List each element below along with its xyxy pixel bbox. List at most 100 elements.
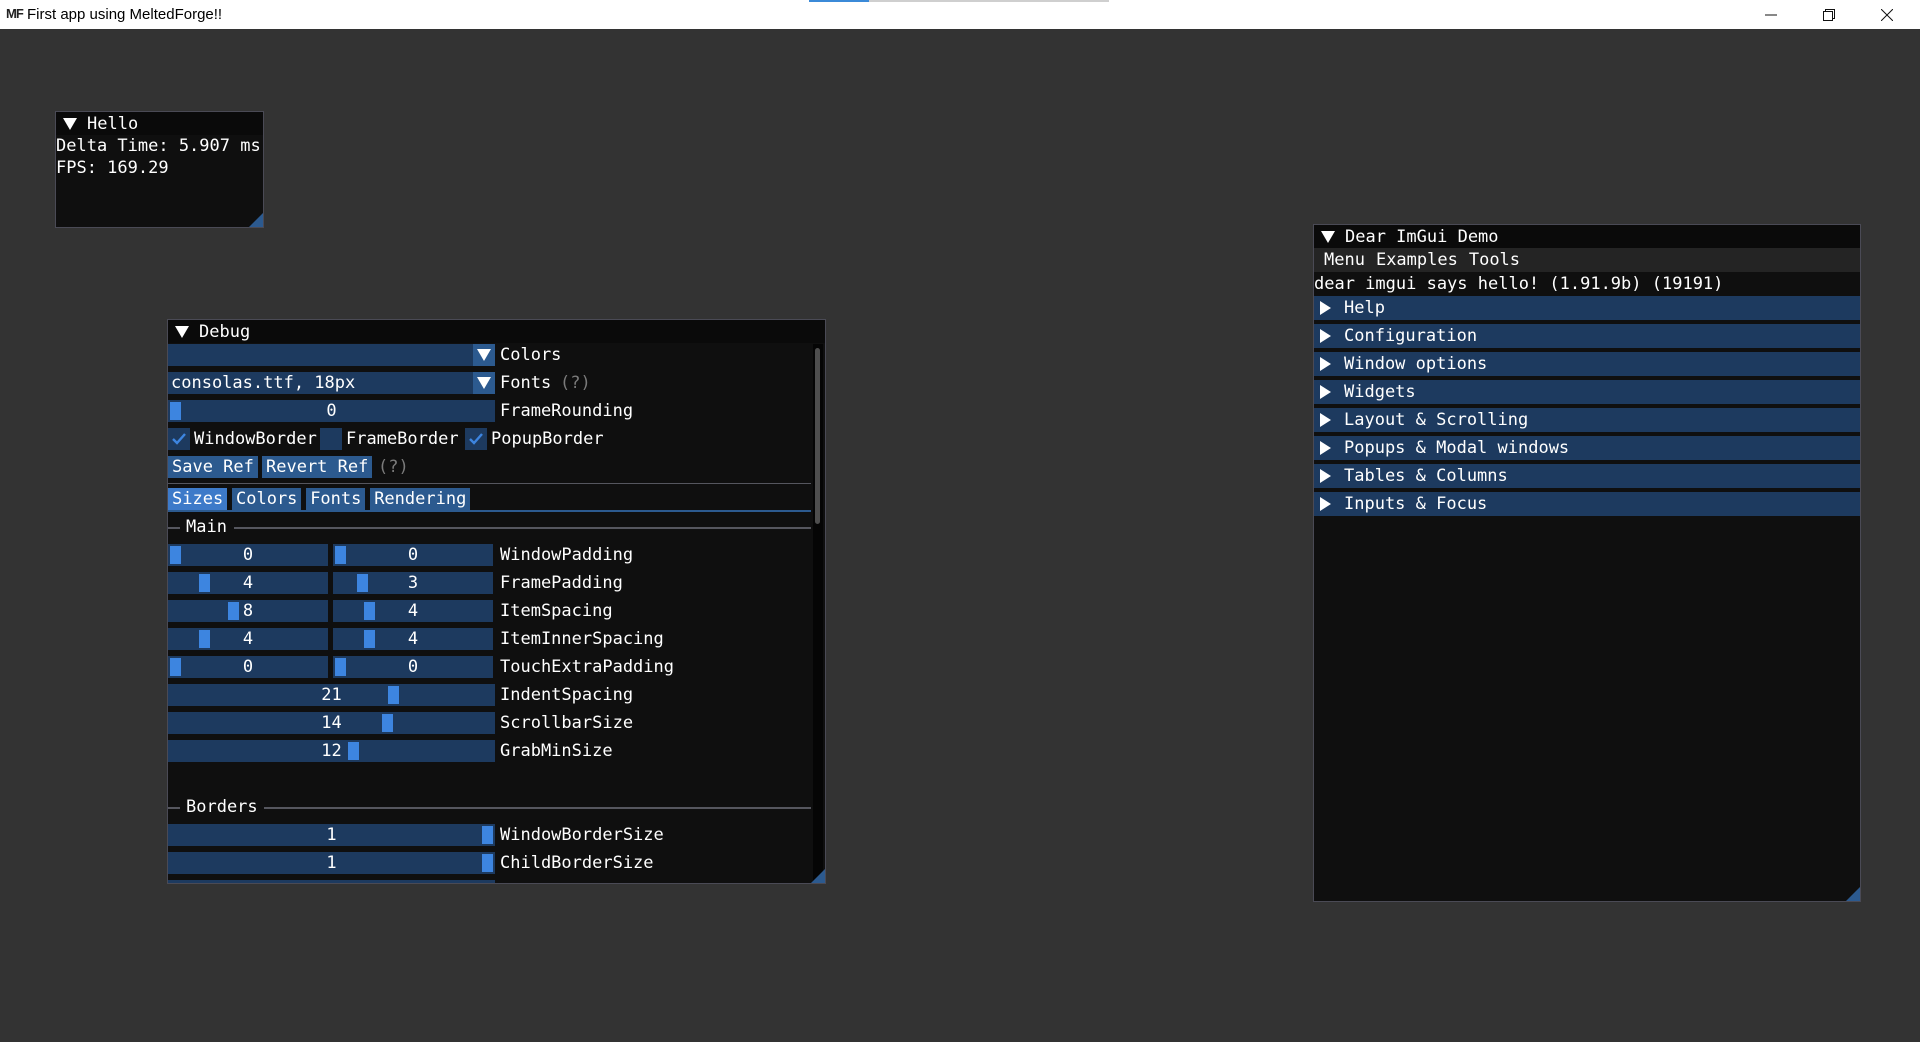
collapsing-header[interactable]: Configuration [1314, 324, 1860, 348]
main-section-header: Main [168, 516, 811, 540]
fonts-combo[interactable]: consolas.ttf, 18px [168, 372, 473, 394]
revert-ref-button[interactable]: Revert Ref [262, 456, 373, 478]
demo-collapsing-headers: Help Configuration Window options Widgets La… [1314, 296, 1860, 516]
fonts-help[interactable]: (?) [560, 372, 591, 394]
tab-bar: Sizes Colors Fonts Rendering [168, 488, 808, 512]
taskbar-progress-fill [809, 0, 869, 2]
expand-arrow-icon[interactable] [1320, 497, 1331, 511]
borders-section-header: Borders [168, 796, 811, 820]
slider2-row: 0 0 TouchExtraPadding [168, 656, 808, 680]
collapsing-header[interactable]: Layout & Scrolling [1314, 408, 1860, 432]
slider[interactable]: 1 [168, 824, 495, 846]
slider2-row: 8 4 ItemSpacing [168, 600, 808, 624]
close-button[interactable] [1858, 0, 1916, 29]
demo-window[interactable]: Dear ImGui Demo Menu Examples Tools dear i… [1313, 224, 1861, 902]
tab-sizes[interactable]: Sizes [168, 488, 228, 510]
collapsing-header[interactable]: Popups & Modal windows [1314, 436, 1860, 460]
checkbox-label: FrameBorder [346, 429, 459, 449]
slider-a[interactable]: 4 [168, 572, 328, 594]
checkbox-windowborder[interactable] [168, 428, 190, 450]
hello-title-bar[interactable]: Hello [56, 112, 263, 135]
maximize-button[interactable] [1800, 0, 1858, 29]
checkbox-frameborder[interactable] [320, 428, 342, 450]
slider-b[interactable]: 0 [333, 544, 493, 566]
collapsing-header[interactable]: Widgets [1314, 380, 1860, 404]
expand-arrow-icon[interactable] [1320, 441, 1331, 455]
slider[interactable]: 12 [168, 740, 495, 762]
app-logo-icon: MF [6, 6, 24, 21]
header-label: Layout & Scrolling [1344, 410, 1529, 430]
slider-b[interactable]: 0 [333, 656, 493, 678]
collapsing-header[interactable]: Window options [1314, 352, 1860, 376]
combo-arrow-icon[interactable] [473, 344, 495, 366]
combo-arrow-icon[interactable] [473, 372, 495, 394]
frame-rounding-label: FrameRounding [500, 401, 634, 421]
slider-a[interactable]: 0 [168, 656, 328, 678]
fonts-combo-row: consolas.ttf, 18px Fonts (?) [168, 372, 808, 396]
resize-grip-icon[interactable] [249, 213, 263, 227]
expand-arrow-icon[interactable] [1320, 385, 1331, 399]
os-title-bar[interactable]: MF First app using MeltedForge!! [0, 0, 1920, 29]
debug-scrollbar[interactable] [813, 344, 823, 883]
minimize-button[interactable] [1742, 0, 1800, 29]
menu-menu[interactable]: Menu [1324, 250, 1365, 270]
slider-b[interactable]: 3 [333, 572, 493, 594]
ref-help[interactable]: (?) [378, 456, 409, 478]
expand-arrow-icon[interactable] [1320, 301, 1331, 315]
hello-window[interactable]: Hello Delta Time: 5.907 ms FPS: 169.29 [55, 111, 264, 228]
expand-arrow-icon[interactable] [1320, 413, 1331, 427]
checkmark-icon [469, 433, 483, 445]
resize-grip-icon[interactable] [811, 869, 825, 883]
frame-rounding-slider[interactable]: 0 [168, 400, 495, 422]
collapse-arrow-icon[interactable] [1321, 230, 1335, 243]
clipped-slider[interactable] [168, 882, 495, 883]
slider-label: WindowPadding [500, 545, 634, 565]
slider-a[interactable]: 8 [168, 600, 328, 622]
slider[interactable]: 21 [168, 684, 495, 706]
tab-bar-underline [168, 510, 811, 512]
checkmark-icon [172, 433, 186, 445]
slider-label: FramePadding [500, 573, 623, 593]
slider-a[interactable]: 0 [168, 544, 328, 566]
resize-grip-icon[interactable] [1846, 887, 1860, 901]
tab-rendering[interactable]: Rendering [370, 488, 471, 510]
slider-b[interactable]: 4 [333, 600, 493, 622]
slider-label: TouchExtraPadding [500, 657, 674, 677]
slider-label: WindowBorderSize [500, 825, 664, 845]
colors-combo[interactable] [168, 344, 473, 366]
debug-content: Colors consolas.ttf, 18px Fonts (?) 0 Fr… [168, 320, 818, 883]
menu-examples[interactable]: Examples [1376, 250, 1458, 270]
header-label: Inputs & Focus [1344, 494, 1488, 514]
menu-tools[interactable]: Tools [1469, 250, 1520, 270]
debug-window[interactable]: Debug Colors consolas.ttf, 18px Fonts (?… [167, 319, 826, 884]
expand-arrow-icon[interactable] [1320, 357, 1331, 371]
scrollbar-grab[interactable] [815, 348, 820, 524]
taskbar-progress [809, 0, 1109, 2]
slider-a[interactable]: 4 [168, 628, 328, 650]
slider-label: IndentSpacing [500, 685, 634, 705]
close-icon [1881, 8, 1893, 21]
slider[interactable]: 14 [168, 712, 495, 734]
tab-fonts[interactable]: Fonts [306, 488, 366, 510]
slider[interactable]: 1 [168, 852, 495, 874]
slider2-row: 0 0 WindowPadding [168, 544, 808, 568]
collapsing-header[interactable]: Inputs & Focus [1314, 492, 1860, 516]
slider-label: ItemSpacing [500, 601, 613, 621]
demo-menu-bar: Menu Examples Tools [1314, 248, 1860, 272]
slider-b[interactable]: 4 [333, 628, 493, 650]
header-label: Help [1344, 298, 1385, 318]
collapsing-header[interactable]: Tables & Columns [1314, 464, 1860, 488]
checkbox-popupborder[interactable] [465, 428, 487, 450]
demo-title-bar[interactable]: Dear ImGui Demo [1314, 225, 1860, 248]
expand-arrow-icon[interactable] [1320, 329, 1331, 343]
expand-arrow-icon[interactable] [1320, 469, 1331, 483]
tab-colors[interactable]: Colors [232, 488, 302, 510]
colors-combo-row: Colors [168, 344, 808, 368]
minimize-icon [1765, 14, 1777, 15]
header-label: Popups & Modal windows [1344, 438, 1570, 458]
collapsing-header[interactable]: Help [1314, 296, 1860, 320]
fonts-label: Fonts [500, 373, 552, 393]
collapse-arrow-icon[interactable] [63, 117, 77, 130]
slider-row: 12 GrabMinSize [168, 740, 808, 764]
save-ref-button[interactable]: Save Ref [168, 456, 258, 478]
